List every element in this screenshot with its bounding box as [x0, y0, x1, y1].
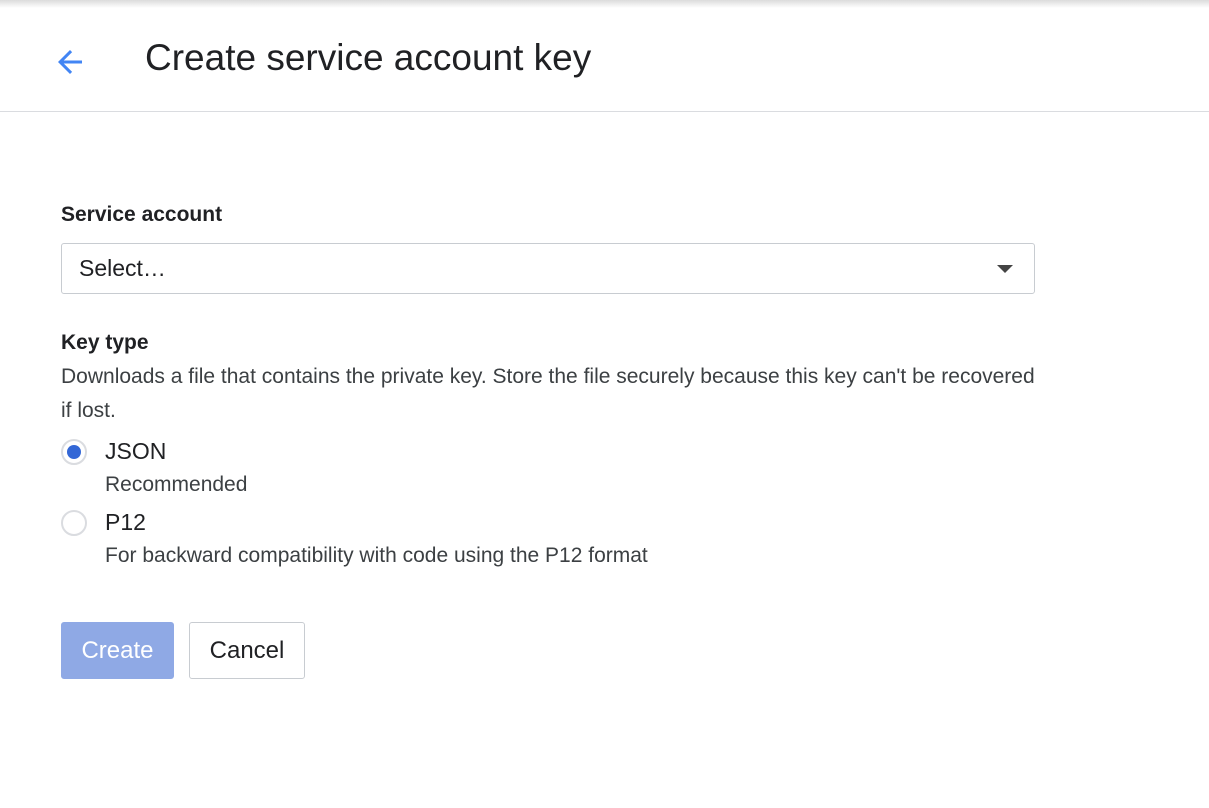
radio-json-label: JSON	[105, 438, 167, 464]
radio-p12[interactable]	[61, 509, 87, 536]
page-title: Create service account key	[145, 37, 592, 78]
radio-p12-hint: For backward compatibility with code usi…	[105, 544, 648, 567]
cancel-button[interactable]: Cancel	[189, 622, 305, 679]
radio-json-hint: Recommended	[105, 473, 248, 496]
create-key-page: Create service account key Service accou…	[0, 0, 1209, 808]
key-type-label: Key type	[61, 331, 149, 354]
radio-selected-dot	[67, 444, 81, 459]
service-account-selected-value: Select…	[79, 255, 166, 281]
radio-option-json[interactable]: JSON	[61, 438, 166, 465]
radio-json[interactable]	[61, 438, 87, 465]
service-account-label: Service account	[61, 203, 223, 226]
back-button[interactable]	[44, 36, 96, 88]
create-button[interactable]: Create	[61, 622, 174, 679]
service-account-select[interactable]: Select…	[61, 243, 1035, 294]
key-form: Service account Select… Key type Downloa…	[61, 200, 1041, 567]
radio-option-p12[interactable]: P12	[61, 509, 146, 536]
form-actions: Create Cancel	[61, 622, 305, 679]
key-type-section: Key type Downloads a file that contains …	[61, 328, 1041, 567]
caret-down-icon	[997, 265, 1013, 273]
key-type-description: Downloads a file that contains the priva…	[61, 365, 1035, 422]
page-header: Create service account key	[0, 0, 1209, 112]
arrow-back-icon	[58, 50, 82, 74]
radio-p12-label: P12	[105, 509, 146, 535]
